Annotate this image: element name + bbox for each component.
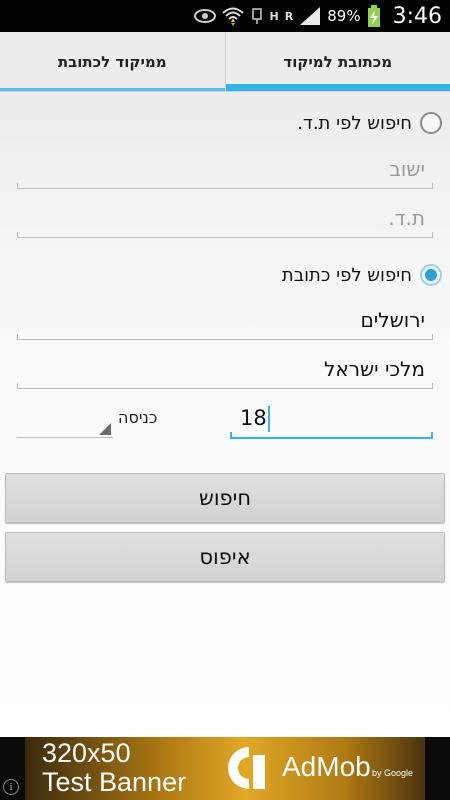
ad-size-text: 320x50: [42, 738, 131, 768]
street-value: מלכי ישראל: [323, 357, 425, 381]
tab-address-to-zip[interactable]: מכתובת למיקוד: [225, 32, 450, 91]
field-edge: [431, 432, 433, 439]
po-box-number-placeholder: ת.ד.: [388, 206, 425, 230]
po-box-city-placeholder: ישוב: [389, 157, 425, 181]
reset-button[interactable]: איפוס: [5, 532, 445, 582]
spinner-dropdown-icon: [99, 423, 111, 435]
radio-search-by-po-box[interactable]: חיפוש לפי ת.ד.: [297, 112, 442, 134]
ad-test-text: Test Banner: [42, 767, 187, 797]
status-icons: H R 89% 3:46: [193, 0, 442, 32]
street-field[interactable]: מלכי ישראל: [17, 349, 433, 389]
usb-icon: [251, 8, 262, 24]
signal-icon: [300, 7, 321, 25]
house-number-field[interactable]: 18: [230, 397, 433, 439]
ad-banner[interactable]: 320x50 Test Banner AdMob by Google: [25, 737, 425, 800]
radio-po-box-label: חיפוש לפי ת.ד.: [297, 112, 412, 134]
city-value: ירושלים: [360, 308, 426, 332]
tab-indicator: [0, 88, 225, 91]
network-r-label: R: [284, 9, 294, 23]
wifi-icon: [221, 7, 244, 26]
field-edge: [432, 334, 433, 340]
radio-button-unchecked[interactable]: [420, 112, 442, 134]
radio-address-label: חיפוש לפי כתובת: [281, 264, 412, 286]
ad-brand-text: AdMob: [282, 751, 371, 782]
entrance-spinner[interactable]: [17, 404, 113, 438]
tab-bar: ממיקוד לכתובת מכתובת למיקוד: [0, 32, 450, 92]
network-h-label: H: [269, 9, 279, 23]
house-number-value: 18: [240, 406, 267, 430]
tab-indicator-active: [225, 84, 450, 91]
ad-info-icon[interactable]: i: [3, 779, 19, 795]
radio-button-checked[interactable]: [420, 264, 442, 286]
spinner-underline: [17, 437, 113, 438]
clock: 3:46: [392, 3, 442, 29]
battery-charging-icon: [367, 5, 380, 27]
tab-zip-to-address[interactable]: ממיקוד לכתובת: [0, 32, 226, 91]
city-field[interactable]: ירושלים: [17, 300, 433, 340]
field-edge: [230, 432, 232, 439]
focus-underline: [230, 437, 433, 439]
status-bar: H R 89% 3:46: [0, 0, 450, 32]
po-box-city-field[interactable]: ישוב: [17, 149, 433, 189]
ad-by-google-text: by Google: [372, 768, 414, 778]
battery-percent: 89%: [327, 7, 361, 25]
search-form: חיפוש לפי ת.ד. ישוב ת.ד. חיפוש לפי כתובת…: [0, 92, 450, 737]
entrance-label: כניסה: [118, 408, 158, 427]
field-edge: [432, 232, 433, 238]
po-box-number-field[interactable]: ת.ד.: [17, 198, 433, 238]
radio-search-by-address[interactable]: חיפוש לפי כתובת: [282, 264, 442, 286]
tab-zip-to-address-label: ממיקוד לכתובת: [57, 52, 167, 71]
eye-icon: [193, 9, 216, 23]
admob-logo-icon: [228, 747, 265, 789]
ad-banner-container: i 320x50 Test Banner AdMob by Google: [0, 737, 450, 800]
tab-address-to-zip-label: מכתובת למיקוד: [283, 52, 393, 71]
field-edge: [432, 383, 433, 389]
search-button[interactable]: חיפוש: [5, 473, 445, 523]
text-cursor: [267, 406, 270, 432]
field-edge: [432, 183, 433, 189]
